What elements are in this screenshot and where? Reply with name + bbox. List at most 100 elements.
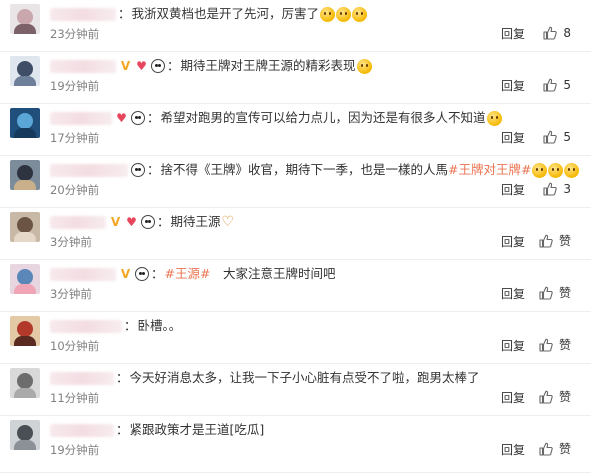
comment-item: ♥ ：希望对跑男的宣传可以给力点儿，因为还是有很多人不知道 17分钟前 回复 5 — [0, 104, 591, 156]
username-blurred[interactable] — [50, 111, 112, 125]
like-count: 赞 — [558, 286, 571, 300]
comment-time: 23分钟前 — [50, 27, 100, 41]
heart-emoji-icon: ♡ — [221, 214, 235, 230]
thumbs-up-icon — [543, 78, 558, 92]
avatar[interactable] — [10, 108, 40, 138]
comment-time: 10分钟前 — [50, 339, 100, 353]
avatar[interactable] — [10, 420, 40, 450]
username-blurred[interactable] — [50, 423, 114, 437]
fan-heart-icon: ♥ — [116, 110, 127, 125]
reply-button[interactable]: 回复 — [501, 286, 525, 302]
reply-button[interactable]: 回复 — [501, 442, 525, 458]
thumbs-up-icon — [543, 182, 558, 196]
comment-item: V ♥ ：期待王源 ♡ 3分钟前 回复 赞 — [0, 208, 591, 260]
like-button[interactable]: 赞 — [539, 389, 571, 405]
like-count: 3 — [563, 182, 571, 196]
comment-time: 20分钟前 — [50, 183, 100, 197]
emoji-face-icon — [486, 110, 502, 126]
avatar[interactable] — [10, 316, 40, 346]
comment-list: ：我浙双黄档也是开了先河，厉害了 23分钟前 回复 8 V ♥：期待王牌对王牌王源的精彩表… — [0, 0, 591, 473]
verified-v-icon: V — [110, 214, 121, 229]
comment-text: 捨不得《王牌》收官，期待下一季，也是一樣的人馬 — [160, 162, 449, 177]
like-button[interactable]: 赞 — [539, 285, 571, 301]
like-button[interactable]: 5 — [543, 129, 571, 145]
like-button[interactable]: 赞 — [539, 441, 571, 457]
username-blurred[interactable] — [50, 7, 116, 21]
hashtag-link[interactable]: #王牌对王牌# — [448, 160, 531, 180]
like-count: 8 — [563, 26, 571, 40]
like-button[interactable]: 赞 — [539, 233, 571, 249]
comment-text: 我浙双黄档也是开了先河，厉害了 — [131, 6, 320, 21]
reply-button[interactable]: 回复 — [501, 26, 525, 42]
reply-button[interactable]: 回复 — [501, 182, 525, 198]
comment-text: 期待王牌对王牌王源的精彩表现 — [180, 58, 356, 73]
panda-badge-icon — [131, 163, 145, 177]
like-button[interactable]: 3 — [543, 181, 571, 197]
comment-item: ：紧跟政策才是王道[吃瓜] 19分钟前 回复 赞 — [0, 416, 591, 473]
fan-heart-icon: ♥ — [126, 214, 137, 229]
reply-button[interactable]: 回复 — [501, 338, 525, 354]
avatar[interactable] — [10, 212, 40, 242]
avatar[interactable] — [10, 4, 40, 34]
reply-button[interactable]: 回复 — [501, 130, 525, 146]
reply-button[interactable]: 回复 — [501, 78, 525, 94]
comment-item: ：今天好消息太多，让我一下子小心脏有点受不了啦，跑男太棒了 11分钟前 回复 赞 — [0, 364, 591, 416]
like-count: 赞 — [558, 338, 571, 352]
comment-line: ：捨不得《王牌》收官，期待下一季，也是一樣的人馬 #王牌对王牌# — [50, 160, 580, 180]
separator-colon: ： — [167, 58, 180, 73]
like-count: 赞 — [558, 234, 571, 248]
comment-item: V ♥ ：期待王牌对王牌王源的精彩表现 19分钟前 回复 5 — [0, 52, 591, 104]
separator-colon: ： — [118, 6, 131, 21]
username-blurred[interactable] — [50, 371, 114, 385]
like-button[interactable]: 5 — [543, 77, 571, 93]
comment-time: 3分钟前 — [50, 235, 92, 249]
separator-colon: ： — [151, 266, 164, 281]
separator-colon: ： — [157, 214, 170, 229]
separator-colon: ： — [124, 318, 137, 333]
thumbs-up-icon — [539, 338, 553, 352]
comment-text: 期待王源 — [170, 214, 221, 229]
emoji-face-icon — [352, 6, 368, 22]
comment-text: 今天好消息太多，让我一下子小心脏有点受不了啦，跑男太棒了 — [129, 370, 480, 385]
username-blurred[interactable] — [50, 163, 128, 177]
comment-item: ：捨不得《王牌》收官，期待下一季，也是一樣的人馬 #王牌对王牌# 20分钟前 回复 3 — [0, 156, 591, 208]
comment-text: 大家注意王牌时间吧 — [210, 266, 336, 281]
reply-button[interactable]: 回复 — [501, 390, 525, 406]
username-blurred[interactable] — [50, 59, 116, 73]
comment-text: 希望对跑男的宣传可以给力点儿，因为还是有很多人不知道 — [160, 110, 486, 125]
emoji-face-icon — [320, 6, 336, 22]
thumbs-up-icon — [543, 26, 558, 40]
like-count: 赞 — [558, 390, 571, 404]
emoji-face-icon — [548, 162, 564, 178]
comment-text: 卧槽。。 — [137, 318, 182, 333]
comment-item: V ： #王源# 大家注意王牌时间吧 3分钟前 回复 赞 — [0, 260, 591, 312]
like-button[interactable]: 赞 — [539, 337, 571, 353]
comment-line: ♥ ：希望对跑男的宣传可以给力点儿，因为还是有很多人不知道 — [50, 108, 502, 128]
reply-button[interactable]: 回复 — [501, 234, 525, 250]
comment-item: ：卧槽。。 10分钟前 回复 赞 — [0, 312, 591, 364]
comment-time: 17分钟前 — [50, 131, 100, 145]
thumbs-up-icon — [543, 130, 558, 144]
username-blurred[interactable] — [50, 215, 106, 229]
comment-item: ：我浙双黄档也是开了先河，厉害了 23分钟前 回复 8 — [0, 0, 591, 52]
comment-time: 3分钟前 — [50, 287, 92, 301]
thumbs-up-icon — [539, 234, 553, 248]
emoji-face-icon — [532, 162, 548, 178]
avatar[interactable] — [10, 56, 40, 86]
comment-time: 11分钟前 — [50, 391, 100, 405]
separator-colon: ： — [147, 162, 160, 177]
thumbs-up-icon — [539, 286, 553, 300]
like-button[interactable]: 8 — [543, 25, 571, 41]
hashtag-link[interactable]: #王源# — [165, 264, 211, 284]
panda-badge-icon — [151, 59, 165, 73]
comment-line: ：今天好消息太多，让我一下子小心脏有点受不了啦，跑男太棒了 — [50, 368, 480, 388]
avatar[interactable] — [10, 368, 40, 398]
comment-line: ：我浙双黄档也是开了先河，厉害了 — [50, 4, 368, 24]
username-blurred[interactable] — [50, 267, 116, 281]
avatar[interactable] — [10, 264, 40, 294]
panda-badge-icon — [131, 111, 145, 125]
like-count: 5 — [563, 130, 571, 144]
avatar[interactable] — [10, 160, 40, 190]
verified-v-icon: V — [120, 266, 131, 281]
username-blurred[interactable] — [50, 319, 122, 333]
